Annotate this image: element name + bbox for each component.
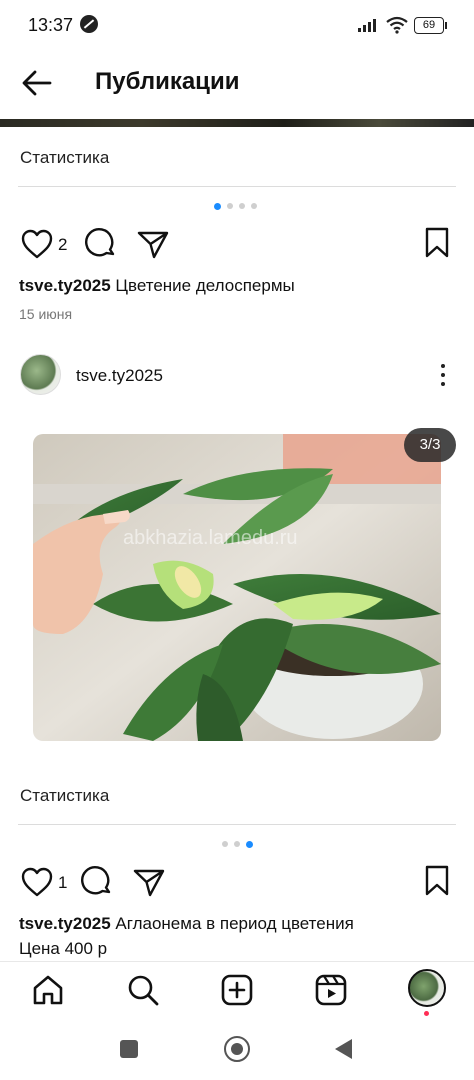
carousel-indicator	[222, 841, 282, 849]
caption-username[interactable]: tsve.ty2025	[19, 276, 111, 295]
comment-icon[interactable]	[80, 865, 114, 899]
wifi-icon	[386, 16, 408, 34]
post-image[interactable]: abkhazia.lamedu.ru	[33, 434, 441, 741]
signal-icon	[358, 18, 380, 32]
statistics-link[interactable]: Статистика	[20, 148, 109, 168]
like-count[interactable]: 1	[58, 873, 67, 893]
post-username[interactable]: tsve.ty2025	[76, 366, 163, 386]
carousel-indicator	[214, 203, 274, 211]
do-not-disturb-icon	[80, 15, 98, 33]
home-button[interactable]	[224, 1036, 250, 1062]
caption-text: Аглаонема в период цветения	[115, 914, 354, 933]
reels-icon[interactable]	[314, 973, 348, 1007]
battery-icon: 69	[414, 17, 447, 34]
recents-button[interactable]	[120, 1040, 138, 1058]
status-time: 13:37	[28, 15, 74, 35]
notification-dot	[424, 1011, 429, 1016]
search-icon[interactable]	[126, 973, 160, 1007]
share-icon[interactable]	[136, 227, 170, 261]
more-icon[interactable]	[437, 362, 449, 390]
home-icon[interactable]	[31, 973, 65, 1007]
user-avatar[interactable]	[20, 354, 61, 395]
like-count[interactable]: 2	[58, 235, 67, 255]
heart-icon[interactable]	[20, 865, 54, 899]
status-bar: 13:37 69	[0, 0, 474, 50]
create-icon[interactable]	[220, 973, 254, 1007]
page-title: Публикации	[95, 68, 240, 95]
watermark: abkhazia.lamedu.ru	[123, 527, 298, 549]
comment-icon[interactable]	[84, 227, 118, 261]
back-button[interactable]	[333, 1038, 353, 1060]
profile-avatar[interactable]	[408, 969, 446, 1007]
post-caption: tsve.ty2025 Цветение делоспермы	[19, 276, 459, 296]
post-image-previous[interactable]	[0, 119, 474, 127]
share-icon[interactable]	[132, 865, 166, 899]
caption-username[interactable]: tsve.ty2025	[19, 914, 111, 933]
bookmark-icon[interactable]	[420, 864, 454, 898]
caption-text: Цветение делоспермы	[115, 276, 295, 295]
plant-photo: abkhazia.lamedu.ru	[33, 434, 441, 741]
heart-icon[interactable]	[20, 227, 54, 261]
divider	[18, 186, 456, 187]
divider	[18, 824, 456, 825]
battery-level: 69	[422, 19, 436, 31]
caption-line-2: Цена 400 р	[19, 939, 108, 958]
image-counter-badge: 3/3	[404, 428, 456, 462]
post-date: 15 июня	[19, 306, 73, 322]
post-caption: tsve.ty2025 Аглаонема в период цветения	[19, 914, 459, 934]
bookmark-icon[interactable]	[420, 226, 454, 260]
back-arrow-icon[interactable]	[20, 66, 54, 100]
statistics-link[interactable]: Статистика	[20, 786, 109, 806]
